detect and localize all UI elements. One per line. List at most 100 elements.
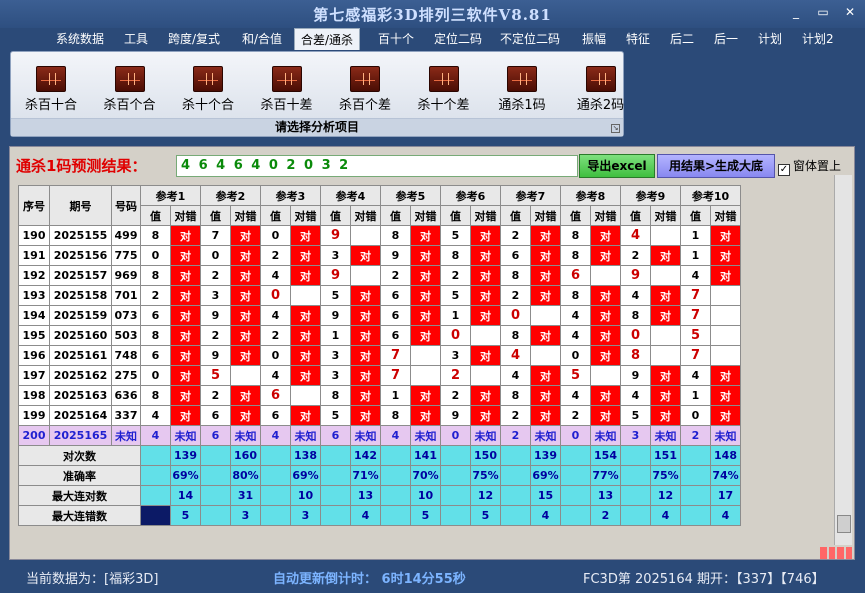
table-row[interactable]: 194 2025159 073 6 对 9 对 4 对 9 对 6 对 1 对 0 4 对 8 对 7 bbox=[18, 305, 741, 326]
ref-value: 8 bbox=[380, 225, 411, 246]
ref-value: 4 bbox=[560, 325, 591, 346]
menu-item-2[interactable]: 跨度/复式 bbox=[168, 30, 220, 47]
stat-pad bbox=[500, 445, 531, 466]
menu-item-3[interactable]: 和/合值 bbox=[242, 30, 282, 47]
stat-value: 13 bbox=[590, 485, 621, 506]
col-header-ref: 参考4 bbox=[320, 185, 381, 206]
predict-unknown: 未知 bbox=[170, 425, 201, 446]
stat-value: 5 bbox=[170, 505, 201, 526]
ref-value: 2 bbox=[440, 385, 471, 406]
vertical-scrollbar[interactable] bbox=[834, 175, 852, 545]
ref-hit: 对 bbox=[290, 265, 321, 286]
ref-hit: 对 bbox=[710, 385, 741, 406]
row-number: 未知 bbox=[111, 425, 141, 446]
menu-item-11[interactable]: 后一 bbox=[714, 30, 738, 47]
ribbon-button-5[interactable]: 杀十个差 bbox=[406, 66, 482, 113]
stat-value: 13 bbox=[350, 485, 381, 506]
stat-pad bbox=[500, 465, 531, 486]
ribbon-button-label: 杀百个合 bbox=[103, 98, 156, 113]
window-topmost-checkbox[interactable]: ✓ 窗体置上 bbox=[778, 157, 841, 176]
row-period: 2025164 bbox=[49, 405, 112, 426]
checkbox-icon[interactable]: ✓ bbox=[778, 164, 790, 176]
ribbon-button-7[interactable]: 通杀2码 bbox=[563, 66, 639, 113]
ref-value: 4 bbox=[620, 285, 651, 306]
ref-hit: 对 bbox=[710, 405, 741, 426]
table-row[interactable]: 195 2025160 503 8 对 2 对 2 对 1 对 6 对 0 8 对 4 对 0 5 bbox=[18, 325, 741, 346]
generate-base-button[interactable]: 用结果>生成大底 bbox=[657, 154, 775, 178]
ref-value: 6 bbox=[380, 305, 411, 326]
ref-value: 6 bbox=[140, 305, 171, 326]
ref-value: 6 bbox=[380, 285, 411, 306]
table-row[interactable]: 197 2025162 275 0 对 5 4 对 3 对 7 2 4 对 5 9 对 4 对 bbox=[18, 365, 741, 386]
sub-header-result: 对错 bbox=[290, 205, 321, 226]
row-seq: 200 bbox=[18, 425, 50, 446]
ribbon-button-2[interactable]: 杀十个合 bbox=[170, 66, 246, 113]
table-row[interactable]: 190 2025155 499 8 对 7 对 0 对 9 8 对 5 对 2 对 8 对 4 1 对 bbox=[18, 225, 741, 246]
ref-value: 2 bbox=[500, 405, 531, 426]
ref-hit: 对 bbox=[530, 265, 561, 286]
ref-value: 4 bbox=[260, 265, 291, 286]
scrollbar-thumb[interactable] bbox=[837, 515, 851, 533]
stat-value: 2 bbox=[590, 505, 621, 526]
menu-bar: 系统数据 工具 跨度/复式 和/合值 合差/通杀 百十个 定位二码 不定位二码 振幅 特征 后二 后一… bbox=[0, 26, 865, 50]
menu-item-0[interactable]: 系统数据 bbox=[56, 30, 104, 47]
menu-item-13[interactable]: 计划2 bbox=[802, 30, 834, 47]
ref-miss bbox=[710, 325, 741, 346]
row-seq: 191 bbox=[18, 245, 50, 266]
ref-value: 2 bbox=[260, 325, 291, 346]
menu-item-10[interactable]: 后二 bbox=[670, 30, 694, 47]
ref-value: 3 bbox=[320, 245, 351, 266]
ref-miss bbox=[410, 365, 441, 386]
ref-value: 9 bbox=[320, 305, 351, 326]
ref-value: 8 bbox=[500, 385, 531, 406]
table-row[interactable]: 192 2025157 969 8 对 2 对 4 对 9 2 对 2 对 8 对 6 9 4 对 bbox=[18, 265, 741, 286]
menu-item-4[interactable]: 合差/通杀 bbox=[294, 28, 361, 50]
close-icon[interactable]: ✕ bbox=[839, 4, 861, 20]
prediction-result-field[interactable]: 4 6 4 6 4 0 2 0 3 2 bbox=[176, 155, 578, 177]
app-title: 第七感福彩3D排列三软件V8.81 bbox=[313, 6, 552, 24]
menu-item-5[interactable]: 百十个 bbox=[378, 30, 414, 47]
ref-value: 3 bbox=[200, 285, 231, 306]
menu-item-6[interactable]: 定位二码 bbox=[434, 30, 482, 47]
ref-value: 2 bbox=[440, 265, 471, 286]
ribbon-button-1[interactable]: 杀百个合 bbox=[92, 66, 168, 113]
stat-value: 69% bbox=[290, 465, 321, 486]
status-countdown: 自动更新倒计时： 6时14分55秒 bbox=[273, 572, 466, 587]
stat-pad bbox=[140, 485, 171, 506]
sub-header-result: 对错 bbox=[170, 205, 201, 226]
table-row[interactable]: 199 2025164 337 4 对 6 对 6 对 5 对 8 对 9 对 2 对 2 对 5 对 0 对 bbox=[18, 405, 741, 426]
ref-hit: 对 bbox=[350, 385, 381, 406]
predict-value: 2 bbox=[680, 425, 711, 446]
stat-pad bbox=[500, 485, 531, 506]
menu-item-9[interactable]: 特征 bbox=[626, 30, 650, 47]
ref-hit: 对 bbox=[170, 385, 201, 406]
table-row[interactable]: 196 2025161 748 6 对 9 对 0 对 3 对 7 3 对 4 0 对 8 7 bbox=[18, 345, 741, 366]
ribbon-button-3[interactable]: 杀百十差 bbox=[249, 66, 325, 113]
ribbon-button-4[interactable]: 杀百个差 bbox=[327, 66, 403, 113]
menu-item-8[interactable]: 振幅 bbox=[582, 30, 606, 47]
table-row[interactable]: 193 2025158 701 2 对 3 对 0 5 对 6 对 5 对 2 对 8 对 4 对 7 bbox=[18, 285, 741, 306]
stat-pad bbox=[260, 485, 291, 506]
ref-value: 3 bbox=[320, 365, 351, 386]
table-row[interactable]: 191 2025156 775 0 对 0 对 2 对 3 对 9 对 8 对 6 对 8 对 2 对 1 对 bbox=[18, 245, 741, 266]
ref-hit: 对 bbox=[410, 285, 441, 306]
stat-value: 154 bbox=[590, 445, 621, 466]
sub-header-value: 值 bbox=[260, 205, 291, 226]
menu-item-12[interactable]: 计划 bbox=[758, 30, 782, 47]
stat-pad bbox=[440, 505, 471, 526]
menu-item-7[interactable]: 不定位二码 bbox=[500, 30, 560, 47]
ribbon-expand-icon[interactable]: ↘ bbox=[611, 124, 620, 133]
stat-value: 77% bbox=[590, 465, 621, 486]
ribbon-button-0[interactable]: 杀百十合 bbox=[13, 66, 89, 113]
stat-label: 最大连错数 bbox=[18, 505, 141, 526]
menu-item-1[interactable]: 工具 bbox=[124, 30, 148, 47]
ribbon-button-6[interactable]: 通杀1码 bbox=[484, 66, 560, 113]
ref-hit: 对 bbox=[170, 305, 201, 326]
minimize-icon[interactable]: _ bbox=[785, 4, 807, 20]
predict-row[interactable]: 200 2025165 未知 4 未知 6 未知 4 未知 6 未知 4 未知 0 未知 2 未知 0 未知 3 未知 2… bbox=[18, 425, 741, 446]
table-row[interactable]: 198 2025163 636 8 对 2 对 6 8 对 1 对 2 对 8 对 4 对 4 对 1 对 bbox=[18, 385, 741, 406]
export-excel-button[interactable]: 导出excel bbox=[579, 154, 655, 178]
ref-hit: 对 bbox=[230, 245, 261, 266]
restore-icon[interactable]: ▭ bbox=[812, 4, 834, 20]
ref-value: 4 bbox=[140, 405, 171, 426]
